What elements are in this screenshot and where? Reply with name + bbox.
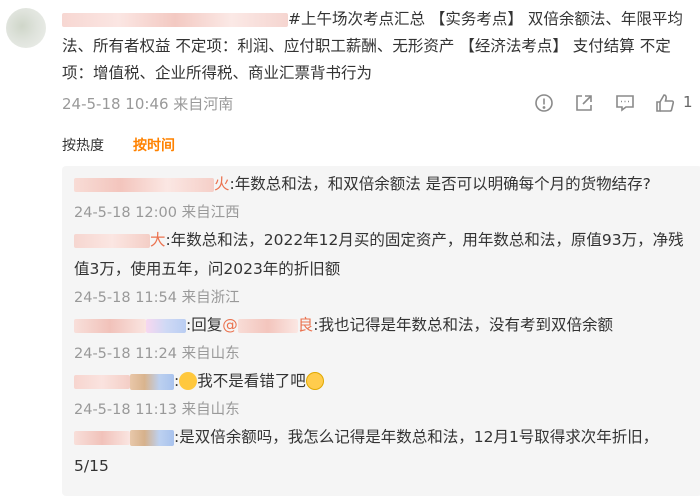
username-suffix[interactable]: 火: [214, 175, 230, 193]
reply-timestamp: 24-5-18 11:24 来自山东: [74, 346, 240, 362]
list-item: 火:年数总和法，和双倍余额法 是否可以明确每个月的货物结存? 24-5-18 1…: [74, 170, 688, 228]
blurred-username[interactable]: [74, 374, 130, 389]
blurred-username[interactable]: [74, 318, 146, 333]
reply-text: 我不是看错了吧: [197, 372, 306, 390]
blurred-badge: [146, 318, 186, 333]
blurred-username[interactable]: [62, 12, 288, 27]
blurred-username[interactable]: [74, 177, 214, 192]
comment-icon[interactable]: [614, 92, 636, 114]
post-timestamp: 24-5-18 10:46 来自河南: [62, 95, 234, 113]
username-suffix[interactable]: 大: [150, 231, 166, 249]
mention-suffix[interactable]: 良: [298, 316, 314, 334]
list-item: 大:年数总和法，2022年12月买的固定资产，用年数总和法，原值93万，净残值3…: [74, 226, 688, 313]
tab-sort-by-time[interactable]: 按时间: [133, 135, 175, 155]
like-count: 1: [683, 93, 693, 111]
list-item: :回复@ 良:我也记得是年数总和法，没有考到双倍余额 24-5-18 11:24 …: [74, 311, 688, 369]
reply-timestamp: 24-5-18 11:13 来自山东: [74, 402, 240, 418]
alert-circle-icon[interactable]: [533, 92, 555, 114]
blurred-badge: [130, 373, 174, 390]
reply-timestamp: 24-5-18 12:00 来自江西: [74, 205, 240, 221]
list-item: : 我不是看错了吧 24-5-18 11:13 来自山东: [74, 367, 688, 425]
smile-emoji-icon: [179, 371, 198, 390]
reply-text: :年数总和法，2022年12月买的固定资产，用年数总和法，原值93万，净残值3万…: [74, 231, 684, 278]
blurred-username[interactable]: [74, 430, 130, 445]
list-item: :是双倍余额吗，我怎么记得是年数总和法，12月1号取得求次年折旧，5/15: [74, 423, 688, 481]
reply-text: :年数总和法，和双倍余额法 是否可以明确每个月的货物结存?: [229, 175, 651, 193]
thumbs-up-icon[interactable]: [654, 92, 676, 114]
blurred-username[interactable]: [74, 233, 150, 248]
blurred-mention[interactable]: [237, 318, 298, 333]
crying-emoji-icon: [305, 371, 324, 390]
post-content: #上午场次考点汇总 【实务考点】 双倍余额法、年限平均法、所有者权益 不定项：利…: [62, 6, 690, 87]
tab-sort-by-heat[interactable]: 按热度: [62, 135, 104, 155]
avatar[interactable]: [6, 8, 46, 48]
blurred-badge: [130, 429, 174, 446]
post-meta-row: 24-5-18 10:46 来自河南 1: [62, 92, 693, 114]
reply-text: :我也记得是年数总和法，没有考到双倍余额: [313, 316, 613, 334]
reply-timestamp: 24-5-18 11:54 来自浙江: [74, 290, 240, 306]
share-icon[interactable]: [573, 92, 595, 114]
reply-prefix: :回复: [186, 316, 223, 334]
mention-at[interactable]: @: [222, 316, 238, 334]
